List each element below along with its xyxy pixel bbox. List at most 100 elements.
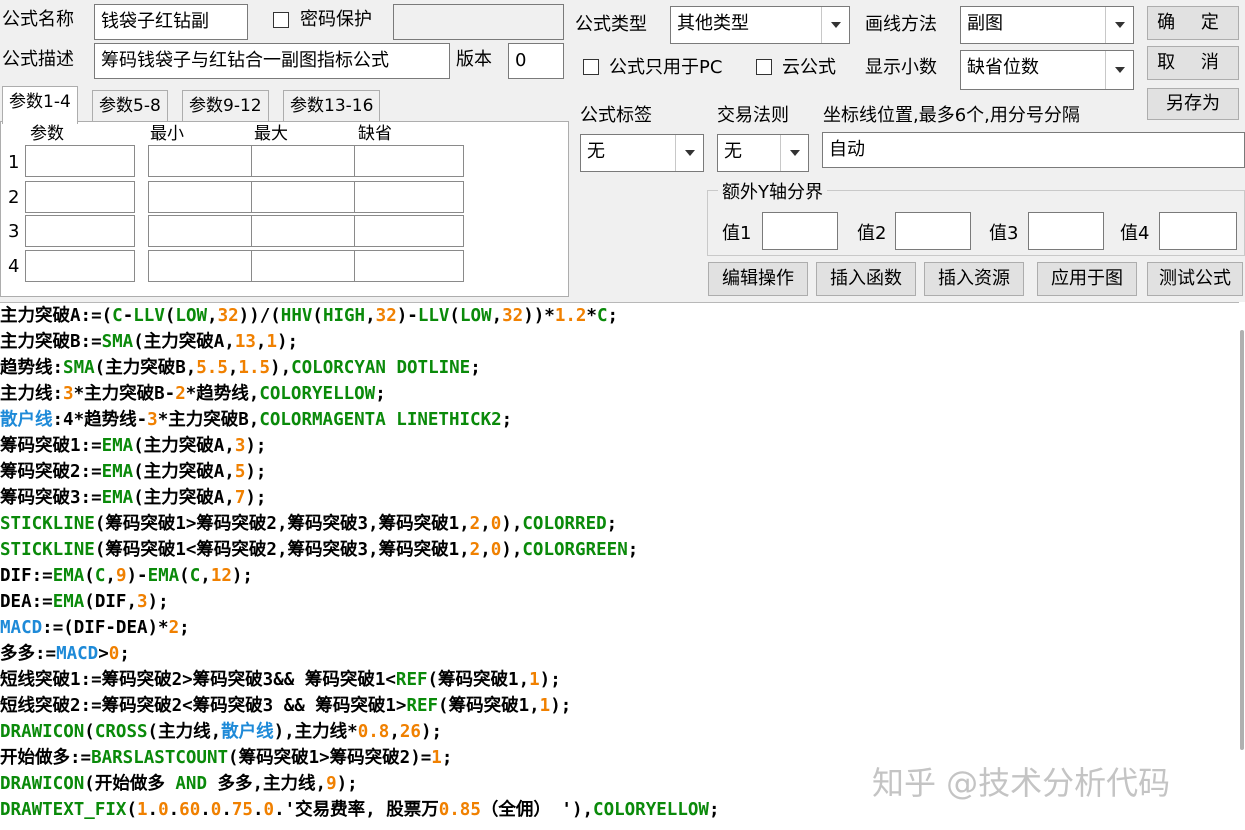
tab-params-9-12[interactable]: 参数9-12 (182, 90, 269, 122)
param-header-max: 最大 (254, 124, 288, 144)
code-token: 0 (490, 514, 502, 534)
formula-type-label: 公式类型 (575, 14, 647, 35)
code-token: DRAWTEXT_FIX (0, 800, 127, 820)
code-line[interactable]: 主力线:3*主力突破B-2*趋势线,COLORYELLOW; (0, 381, 1245, 407)
code-token: STICKLINE (0, 514, 95, 534)
value2-input[interactable] (895, 212, 971, 250)
param-min-input[interactable] (148, 145, 258, 177)
code-content[interactable]: 主力突破A:=(C-LLV(LOW,32))/(HHV(HIGH,32)-LLV… (0, 303, 1245, 823)
value3-label: 值3 (989, 223, 1019, 244)
password-input[interactable] (393, 4, 564, 40)
param-max-input[interactable] (251, 181, 361, 213)
code-token: EMA (52, 592, 85, 612)
axis-lines-input[interactable]: 自动 (822, 132, 1245, 168)
code-line[interactable]: STICKLINE(筹码突破1<筹码突破2,筹码突破3,筹码突破1,2,0),C… (0, 537, 1245, 563)
password-checkbox[interactable] (273, 12, 289, 28)
code-editor[interactable]: 主力突破A:=(C-LLV(LOW,32))/(HHV(HIGH,32)-LLV… (0, 302, 1245, 830)
code-token: 0 (158, 800, 169, 820)
param-max-input[interactable] (251, 145, 361, 177)
code-token: .'交易费率, 股票万 (274, 800, 439, 820)
code-line[interactable]: 短线突破1:=筹码突破2>筹码突破3&& 筹码突破1<REF(筹码突破1,1); (0, 667, 1245, 693)
ok-button[interactable]: 确 定 (1147, 6, 1239, 40)
param-min-input[interactable] (148, 181, 258, 213)
formula-desc-input[interactable]: 筹码钱袋子与红钻合一副图指标公式 (94, 43, 450, 79)
code-line[interactable]: STICKLINE(筹码突破1>筹码突破2,筹码突破3,筹码突破1,2,0),C… (0, 511, 1245, 537)
code-token: ; (501, 410, 513, 430)
code-token: 5.5 (196, 358, 228, 378)
param-min-input[interactable] (148, 250, 258, 282)
code-line[interactable]: 主力突破B:=SMA(主力突破A,13,1); (0, 329, 1245, 355)
param-name-input[interactable] (25, 215, 135, 247)
chevron-down-icon[interactable] (821, 7, 849, 43)
tab-params-1-4[interactable]: 参数1-4 (2, 86, 78, 124)
code-token: 1 (136, 800, 148, 820)
trade-rule-select[interactable]: 无 (717, 134, 809, 172)
code-token: ( (84, 566, 95, 586)
code-token: . (200, 800, 211, 820)
code-line[interactable]: 主力突破A:=(C-LLV(LOW,32))/(HHV(HIGH,32)-LLV… (0, 303, 1245, 329)
pc-only-checkbox[interactable] (583, 59, 599, 75)
param-name-input[interactable] (25, 250, 135, 282)
code-token: ( (126, 800, 137, 820)
code-token: EMA (101, 462, 134, 482)
tab-params-13-16[interactable]: 参数13-16 (283, 90, 381, 122)
param-max-input[interactable] (251, 215, 361, 247)
insert-function-button[interactable]: 插入函数 (816, 262, 916, 296)
formula-name-input[interactable]: 钱袋子红钻副 (94, 4, 248, 40)
param-default-input[interactable] (354, 250, 464, 282)
code-token: , (389, 722, 400, 742)
code-line[interactable]: MACD:=(DIF-DEA)*2; (0, 615, 1245, 641)
param-default-input[interactable] (354, 215, 464, 247)
code-token: DIF:= (0, 566, 53, 586)
param-min-input[interactable] (148, 215, 258, 247)
code-line[interactable]: 趋势线:SMA(主力突破B,5.5,1.5),COLORCYAN DOTLINE… (0, 355, 1245, 381)
code-line[interactable]: 多多:=MACD>0; (0, 641, 1245, 667)
cancel-button[interactable]: 取 消 (1147, 46, 1239, 80)
code-token: 3 (147, 410, 158, 430)
editor-scrollbar-thumb[interactable] (1240, 330, 1244, 750)
code-token: 1 (431, 748, 442, 768)
param-name-input[interactable] (25, 145, 135, 177)
code-token: 短线突破2:=筹码突破2<筹码突破3 && 筹码突破1> (0, 696, 407, 716)
save-as-button[interactable]: 另存为 (1147, 88, 1239, 120)
formula-type-select[interactable]: 其他类型 (670, 6, 850, 44)
code-line[interactable]: 筹码突破3:=EMA(主力突破A,7); (0, 485, 1245, 511)
param-default-input[interactable] (354, 181, 464, 213)
code-token: 筹码突破1:= (0, 436, 102, 456)
code-line[interactable]: 短线突破2:=筹码突破2<筹码突破3 && 筹码突破1>REF(筹码突破1,1)… (0, 693, 1245, 719)
code-token: 0 (108, 644, 120, 664)
code-line[interactable]: DIF:=EMA(C,9)-EMA(C,12); (0, 563, 1245, 589)
version-input[interactable]: 0 (508, 43, 564, 79)
param-header-min: 最小 (150, 124, 184, 144)
decimals-select[interactable]: 缺省位数 (960, 50, 1134, 90)
chevron-down-icon[interactable] (780, 135, 808, 171)
code-token: ); (420, 722, 443, 742)
value4-input[interactable] (1159, 212, 1237, 250)
chevron-down-icon[interactable] (1105, 51, 1133, 89)
test-formula-button[interactable]: 测试公式 (1147, 262, 1243, 296)
edit-operations-button[interactable]: 编辑操作 (708, 262, 808, 296)
code-line[interactable]: 散户线:4*趋势线-3*主力突破B,COLORMAGENTA LINETHICK… (0, 407, 1245, 433)
apply-to-chart-button[interactable]: 应用于图 (1037, 262, 1137, 296)
tab-params-5-8[interactable]: 参数5-8 (92, 90, 168, 122)
insert-resource-button[interactable]: 插入资源 (924, 262, 1024, 296)
code-token: CROSS (94, 722, 148, 742)
cloud-checkbox[interactable] (756, 59, 772, 75)
param-default-input[interactable] (354, 145, 464, 177)
chevron-down-icon[interactable] (675, 135, 703, 171)
code-token: ; (179, 618, 190, 638)
code-line[interactable]: 筹码突破2:=EMA(主力突破A,5); (0, 459, 1245, 485)
chevron-down-icon[interactable] (1105, 7, 1133, 43)
code-token: 开始做多:= (0, 748, 92, 768)
code-line[interactable]: DRAWICON(CROSS(主力线,散户线),主力线*0.8,26); (0, 719, 1245, 745)
draw-method-select[interactable]: 副图 (960, 6, 1134, 44)
code-token: , (105, 566, 116, 586)
value3-input[interactable] (1028, 212, 1104, 250)
code-token: , (480, 540, 491, 560)
param-name-input[interactable] (25, 181, 135, 213)
param-max-input[interactable] (251, 250, 361, 282)
formula-tag-select[interactable]: 无 (580, 134, 704, 172)
value1-input[interactable] (762, 212, 838, 250)
code-line[interactable]: 筹码突破1:=EMA(主力突破A,3); (0, 433, 1245, 459)
code-line[interactable]: DEA:=EMA(DIF,3); (0, 589, 1245, 615)
